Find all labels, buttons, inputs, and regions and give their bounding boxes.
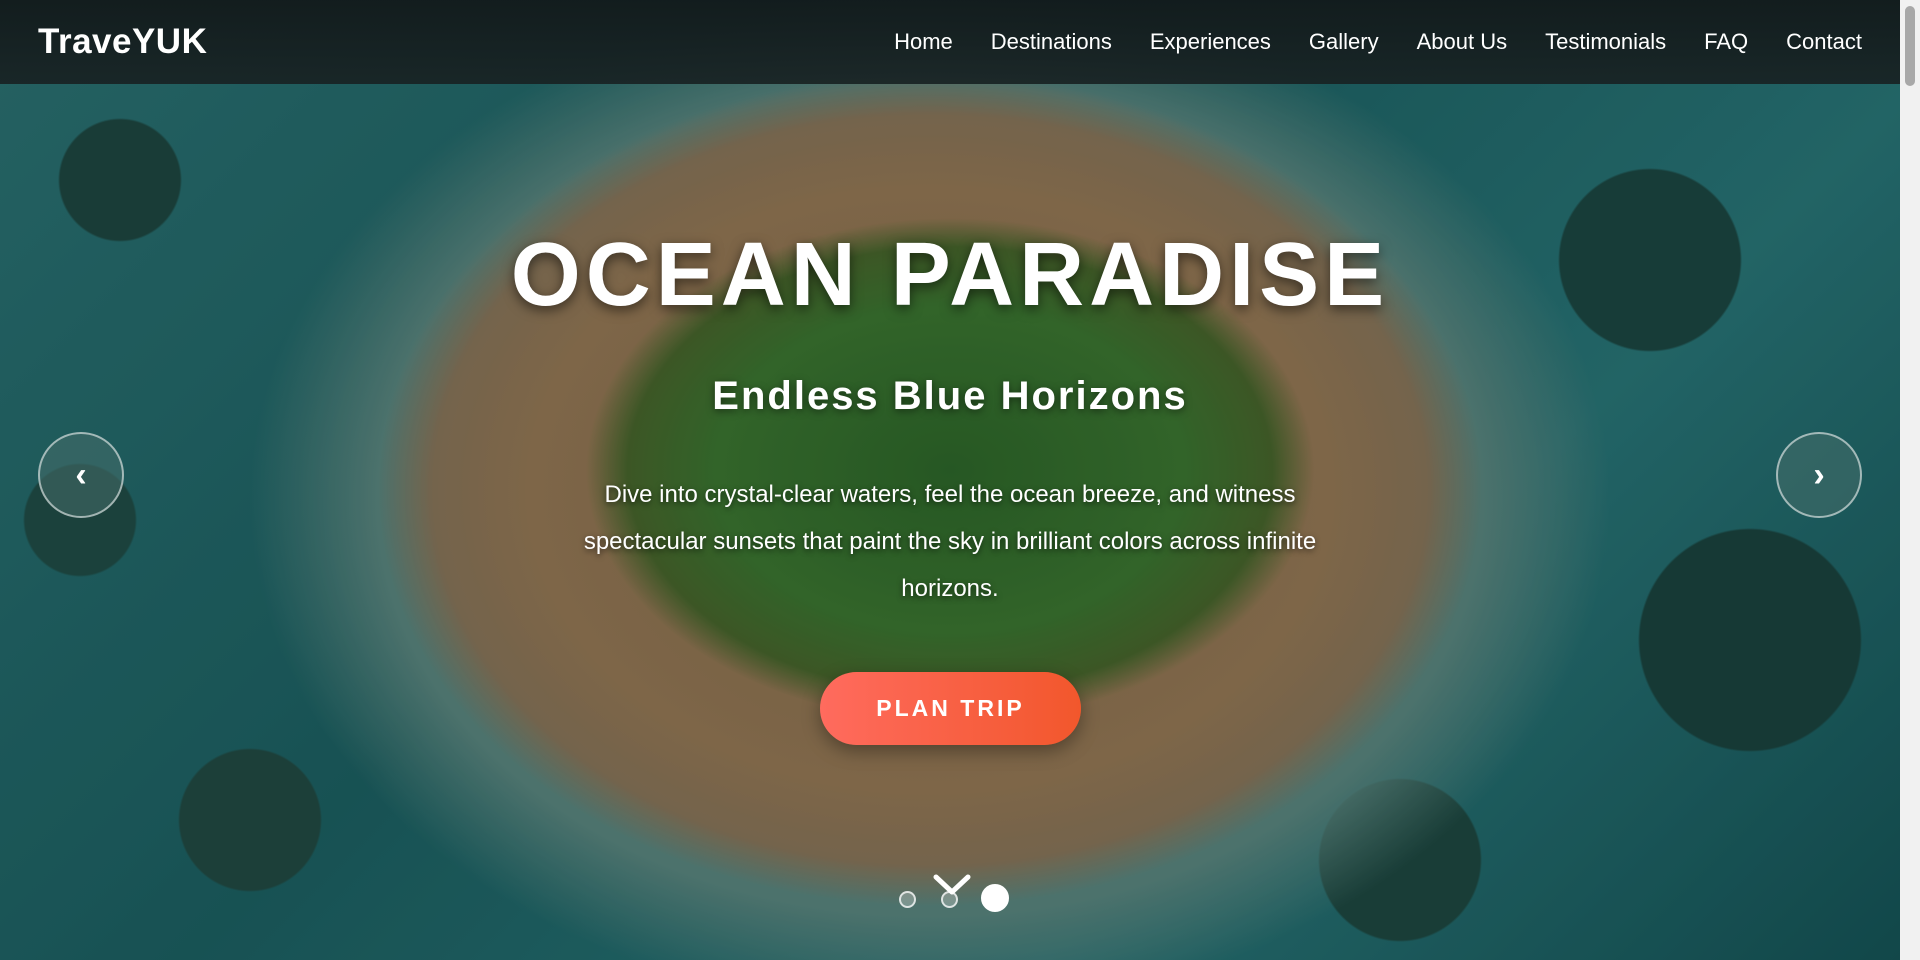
chevron-left-icon: ‹ bbox=[75, 455, 87, 494]
scrollbar-thumb[interactable] bbox=[1905, 6, 1915, 86]
next-slide-button[interactable]: › bbox=[1776, 432, 1862, 518]
hero-content: OCEAN PARADISE Endless Blue Horizons Div… bbox=[0, 0, 1900, 960]
slide-dot-1[interactable] bbox=[899, 891, 916, 908]
hero-description: Dive into crystal-clear waters, feel the… bbox=[583, 481, 1317, 602]
nav-item-gallery[interactable]: Gallery bbox=[1309, 29, 1379, 55]
nav-item-home[interactable]: Home bbox=[894, 29, 953, 55]
nav-item-testimonials[interactable]: Testimonials bbox=[1545, 29, 1666, 55]
chevron-right-icon: › bbox=[1813, 455, 1825, 494]
hero-title: OCEAN PARADISE bbox=[510, 225, 1390, 325]
chevron-down-icon[interactable] bbox=[933, 874, 971, 896]
nav-item-about-us[interactable]: About Us bbox=[1417, 29, 1508, 55]
logo[interactable]: TraveYUK bbox=[38, 22, 207, 62]
nav-item-destinations[interactable]: Destinations bbox=[991, 29, 1112, 55]
slide-dot-3-active[interactable] bbox=[981, 884, 1009, 912]
nav-item-experiences[interactable]: Experiences bbox=[1150, 29, 1271, 55]
hero-subtitle: Endless Blue Horizons bbox=[712, 374, 1188, 418]
navbar: TraveYUK Home Destinations Experiences G… bbox=[0, 0, 1900, 84]
nav-links: Home Destinations Experiences Gallery Ab… bbox=[894, 29, 1862, 55]
previous-slide-button[interactable]: ‹ bbox=[38, 432, 124, 518]
scrollbar[interactable] bbox=[1900, 0, 1920, 960]
plan-trip-button[interactable]: PLAN TRIP bbox=[820, 672, 1081, 745]
nav-item-faq[interactable]: FAQ bbox=[1704, 29, 1748, 55]
nav-item-contact[interactable]: Contact bbox=[1786, 29, 1862, 55]
